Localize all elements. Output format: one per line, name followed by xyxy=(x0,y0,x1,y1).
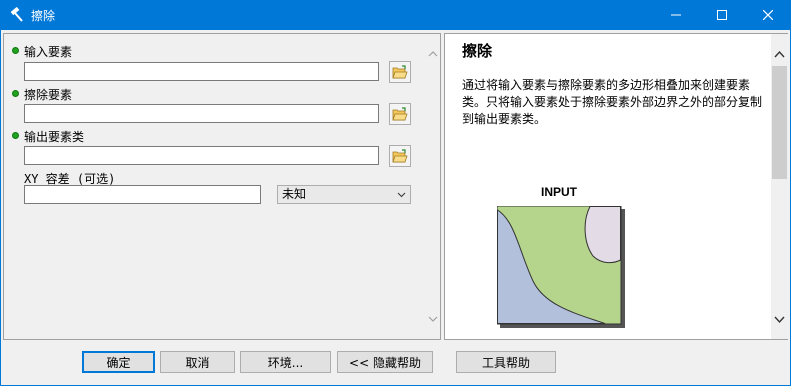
title-bar: 擦除 xyxy=(0,0,791,30)
input-features-field[interactable] xyxy=(24,62,379,81)
scroll-down-icon[interactable] xyxy=(774,314,785,325)
open-folder-icon xyxy=(392,149,408,163)
input-features-browse-button[interactable] xyxy=(389,61,411,83)
scroll-down-icon[interactable] xyxy=(428,314,438,324)
output-feature-class-browse-button[interactable] xyxy=(389,145,411,167)
required-indicator xyxy=(12,47,19,54)
required-indicator xyxy=(12,90,19,97)
input-diagram xyxy=(497,206,625,328)
diagram-label: INPUT xyxy=(541,185,577,199)
ok-button[interactable]: 确定 xyxy=(82,351,155,373)
hide-help-button[interactable]: << 隐藏帮助 xyxy=(337,351,433,373)
scroll-up-icon[interactable] xyxy=(774,49,785,60)
help-scrollbar[interactable] xyxy=(771,34,788,339)
maximize-button[interactable] xyxy=(699,0,745,30)
parameters-pane: 输入要素 擦除要素 输出要素类 XY 容差 (可选) 未知 xyxy=(3,33,441,340)
xy-tolerance-unit-select[interactable]: 未知 xyxy=(277,185,411,204)
maximize-icon xyxy=(717,10,727,20)
tool-help-button[interactable]: 工具帮助 xyxy=(456,351,556,373)
cancel-button[interactable]: 取消 xyxy=(160,351,235,373)
close-icon xyxy=(763,10,773,20)
scroll-up-icon[interactable] xyxy=(428,49,438,59)
open-folder-icon xyxy=(392,65,408,79)
required-indicator xyxy=(12,132,19,139)
help-title: 擦除 xyxy=(462,42,493,60)
minimize-icon xyxy=(671,14,681,16)
help-description: 通过将输入要素与擦除要素的多边形相叠加来创建要素类。只将输入要素处于擦除要素外部… xyxy=(462,78,763,126)
unit-select-value: 未知 xyxy=(282,187,307,201)
erase-features-label: 擦除要素 xyxy=(24,88,73,102)
output-feature-class-field[interactable] xyxy=(24,146,379,165)
open-folder-icon xyxy=(392,107,408,121)
environments-button[interactable]: 环境... xyxy=(240,351,331,373)
chevron-down-icon xyxy=(397,192,406,198)
input-features-label: 输入要素 xyxy=(24,45,73,59)
help-pane: 擦除 通过将输入要素与擦除要素的多边形相叠加来创建要素类。只将输入要素处于擦除要… xyxy=(444,33,788,340)
help-scroll-thumb[interactable] xyxy=(772,66,787,179)
close-button[interactable] xyxy=(745,0,791,30)
minimize-button[interactable] xyxy=(653,0,699,30)
window-title: 擦除 xyxy=(31,9,56,23)
erase-features-browse-button[interactable] xyxy=(389,103,411,125)
erase-features-field[interactable] xyxy=(24,104,379,123)
output-feature-class-label: 输出要素类 xyxy=(24,130,85,144)
hammer-icon xyxy=(10,7,23,22)
parameters-scrollbar[interactable] xyxy=(425,34,441,339)
xy-tolerance-field[interactable] xyxy=(24,185,261,204)
